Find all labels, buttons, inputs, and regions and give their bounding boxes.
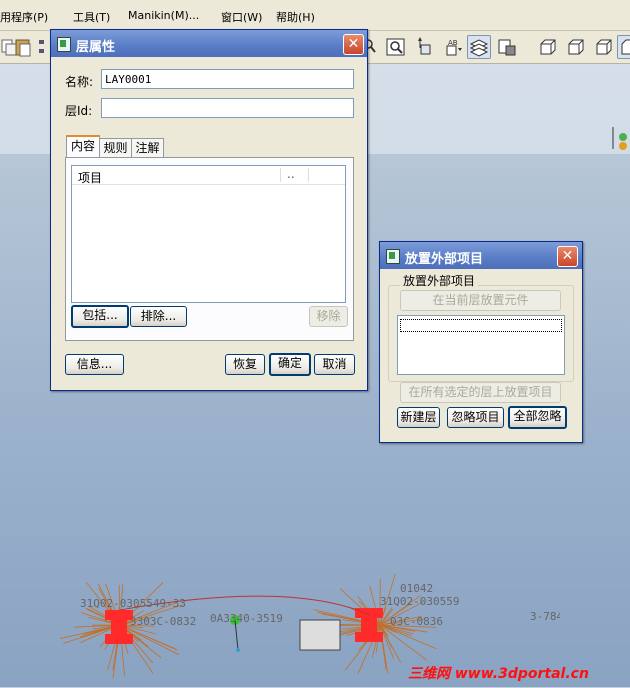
menu-help[interactable]: 帮助(H) bbox=[276, 9, 315, 25]
cube-icon[interactable] bbox=[537, 36, 559, 58]
scene-label: 03C-0836 bbox=[390, 615, 443, 628]
close-icon[interactable]: ✕ bbox=[557, 246, 578, 267]
scene-label: 0A3340-3519 bbox=[210, 612, 283, 625]
model-tree-icon[interactable] bbox=[496, 36, 518, 58]
tab-panel: 项目 .. 包括... 排除... 移除 bbox=[65, 157, 354, 341]
scene-label: 31Q02-0305549-33 bbox=[80, 597, 186, 610]
view-manager-icon[interactable]: AB bbox=[443, 36, 465, 58]
scene-label: 31Q02-030559 bbox=[380, 595, 459, 608]
tab-contents[interactable]: 内容 bbox=[66, 135, 100, 158]
layer-icon[interactable] bbox=[467, 35, 491, 59]
menu-bar: 用程序(P) 工具(T) Manikin(M)... 窗口(W) 帮助(H) bbox=[0, 0, 630, 31]
close-icon[interactable]: ✕ bbox=[343, 34, 364, 55]
name-input[interactable]: LAY0001 bbox=[101, 69, 354, 89]
zoom-window-icon[interactable] bbox=[385, 36, 407, 58]
column-options-header[interactable]: .. bbox=[287, 167, 295, 181]
orient-icon[interactable] bbox=[414, 36, 436, 58]
scene-label: 3303C-0832 bbox=[130, 615, 196, 628]
dialog-icon bbox=[57, 37, 71, 52]
scene-label: 3-784 bbox=[530, 610, 560, 623]
list-header: 项目 .. bbox=[72, 166, 345, 185]
cube-icon[interactable] bbox=[617, 35, 630, 59]
menu-tools[interactable]: 工具(T) bbox=[73, 9, 110, 25]
name-label: 名称: bbox=[65, 73, 93, 90]
menu-applications[interactable]: 用程序(P) bbox=[0, 9, 48, 25]
paste-icon[interactable] bbox=[13, 36, 35, 58]
info-button[interactable]: 信息... bbox=[65, 354, 124, 375]
tab-rules[interactable]: 规则 bbox=[99, 138, 132, 158]
new-layer-button[interactable]: 新建层 bbox=[397, 407, 440, 428]
layer-id-input[interactable] bbox=[101, 98, 354, 118]
feature-icon[interactable] bbox=[610, 125, 630, 155]
cube-icon[interactable] bbox=[565, 36, 587, 58]
watermark: 三维网 www.3dportal.cn bbox=[408, 663, 589, 683]
include-button[interactable]: 包括... bbox=[71, 305, 129, 328]
tab-notes[interactable]: 注解 bbox=[131, 138, 164, 158]
ignore-item-button[interactable]: 忽略项目 bbox=[447, 407, 504, 428]
group-label: 放置外部项目 bbox=[400, 272, 478, 289]
ok-button[interactable]: 确定 bbox=[269, 353, 311, 376]
layer-properties-dialog: 层属性 ✕ 名称: LAY0001 层Id: 内容 规则 注解 项目 .. 包括… bbox=[50, 29, 368, 391]
dialog-title: 放置外部项目 bbox=[405, 248, 483, 267]
menu-manikin[interactable]: Manikin(M)... bbox=[128, 9, 199, 22]
menu-window[interactable]: 窗口(W) bbox=[221, 9, 262, 25]
place-on-selected-layers-button[interactable]: 在所有选定的层上放置项目 bbox=[400, 382, 561, 403]
remove-button[interactable]: 移除 bbox=[309, 306, 348, 327]
dialog-icon bbox=[386, 249, 400, 264]
cube-icon[interactable] bbox=[593, 36, 615, 58]
dialog-titlebar: 层属性 ✕ bbox=[51, 30, 367, 57]
layer-id-label: 层Id: bbox=[65, 102, 92, 119]
items-list[interactable]: 项目 .. bbox=[71, 165, 346, 303]
cancel-button[interactable]: 取消 bbox=[314, 354, 355, 375]
dialog-title: 层属性 bbox=[76, 36, 115, 55]
place-on-current-layer-button[interactable]: 在当前层放置元件 bbox=[400, 290, 561, 311]
exclude-button[interactable]: 排除... bbox=[130, 306, 187, 327]
scene-label: 01042 bbox=[400, 582, 433, 595]
items-list[interactable] bbox=[397, 315, 565, 375]
dialog-titlebar: 放置外部项目 ✕ bbox=[380, 242, 582, 269]
items-column-header[interactable]: 项目 bbox=[78, 169, 102, 186]
place-external-items-dialog: 放置外部项目 ✕ 放置外部项目 在当前层放置元件 在所有选定的层上放置项目 新建… bbox=[379, 241, 583, 443]
ignore-all-button[interactable]: 全部忽略 bbox=[508, 406, 567, 429]
restore-button[interactable]: 恢复 bbox=[225, 354, 265, 375]
